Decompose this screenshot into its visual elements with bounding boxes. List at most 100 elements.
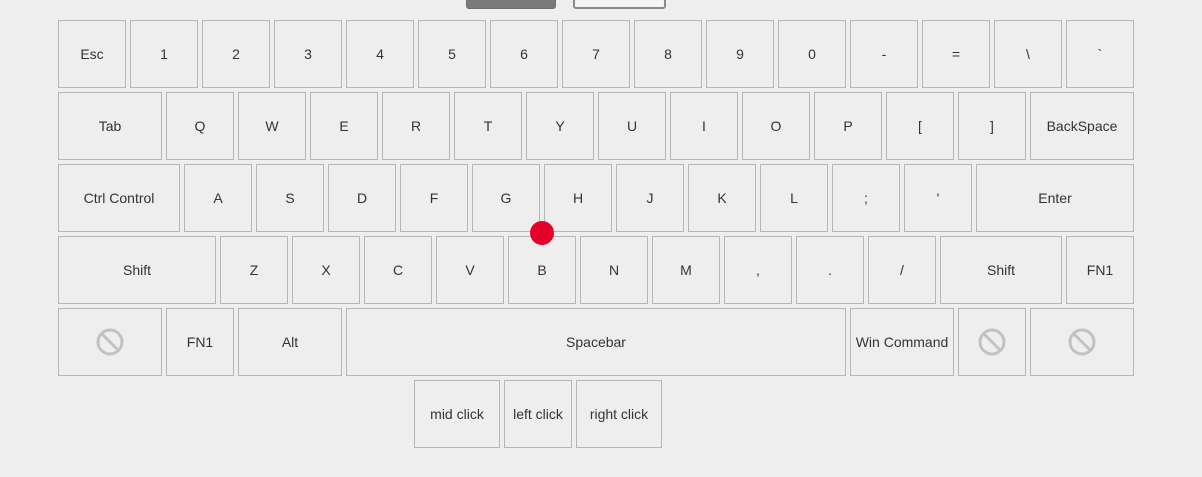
key-quote[interactable]: ' [904, 164, 972, 232]
key-u[interactable]: U [598, 92, 666, 160]
key-i[interactable]: I [670, 92, 738, 160]
mouse-button-left-click[interactable]: left click [504, 380, 572, 448]
key-label: Q [194, 118, 206, 134]
key-fn1[interactable]: FN1 [1066, 236, 1134, 304]
key-comma[interactable]: , [724, 236, 792, 304]
key-shift[interactable]: Shift [940, 236, 1062, 304]
key-ctrl-control[interactable]: Ctrl Control [58, 164, 180, 232]
key-7[interactable]: 7 [562, 20, 630, 88]
key-label: = [951, 46, 961, 62]
key-q[interactable]: Q [166, 92, 234, 160]
key-l[interactable]: L [760, 164, 828, 232]
key-tab[interactable]: Tab [58, 92, 162, 160]
key-disabled-0[interactable] [58, 308, 162, 376]
key-label: X [321, 262, 331, 278]
key-shift[interactable]: Shift [58, 236, 216, 304]
key-d[interactable]: D [328, 164, 396, 232]
key-equals[interactable]: = [922, 20, 990, 88]
key-5[interactable]: 5 [418, 20, 486, 88]
key-e[interactable]: E [310, 92, 378, 160]
key-slash[interactable]: / [868, 236, 936, 304]
key-8[interactable]: 8 [634, 20, 702, 88]
key-right-bracket[interactable]: ] [958, 92, 1026, 160]
key-z[interactable]: Z [220, 236, 288, 304]
key-alt[interactable]: Alt [238, 308, 342, 376]
key-o[interactable]: O [742, 92, 810, 160]
key-1[interactable]: 1 [130, 20, 198, 88]
key-spacebar[interactable]: Spacebar [346, 308, 846, 376]
key-y[interactable]: Y [526, 92, 594, 160]
key-backslash[interactable]: \ [994, 20, 1062, 88]
key-label: 2 [232, 46, 240, 62]
key-f[interactable]: F [400, 164, 468, 232]
key-win-command[interactable]: Win Command [850, 308, 954, 376]
key-label: F [429, 190, 439, 206]
key-t[interactable]: T [454, 92, 522, 160]
key-enter[interactable]: Enter [976, 164, 1134, 232]
key-label: - [881, 46, 887, 62]
key-label: ; [864, 190, 868, 206]
key-m[interactable]: M [652, 236, 720, 304]
key-label: V [465, 262, 475, 278]
key-label: Alt [281, 334, 299, 350]
key-label: A [213, 190, 223, 206]
key-label: Esc [80, 46, 104, 62]
key-label: Z [249, 262, 259, 278]
key-esc[interactable]: Esc [58, 20, 126, 88]
key-p[interactable]: P [814, 92, 882, 160]
key-semicolon[interactable]: ; [832, 164, 900, 232]
mouse-button-right-click[interactable]: right click [576, 380, 662, 448]
cursor-indicator [530, 221, 554, 245]
top-button-primary[interactable] [466, 0, 556, 9]
key-c[interactable]: C [364, 236, 432, 304]
key-label: R [410, 118, 422, 134]
key-disabled-6[interactable] [1030, 308, 1134, 376]
key-label: 9 [736, 46, 744, 62]
key-label: ] [990, 118, 994, 134]
key-4[interactable]: 4 [346, 20, 414, 88]
key-label: mid click [430, 406, 484, 422]
key-j[interactable]: J [616, 164, 684, 232]
key-h[interactable]: H [544, 164, 612, 232]
key-label: T [483, 118, 493, 134]
key-label: G [500, 190, 512, 206]
mouse-button-mid-click[interactable]: mid click [414, 380, 500, 448]
key-6[interactable]: 6 [490, 20, 558, 88]
key-label: Y [555, 118, 565, 134]
key-label: H [572, 190, 584, 206]
key-fn1[interactable]: FN1 [166, 308, 234, 376]
key-minus[interactable]: - [850, 20, 918, 88]
key-label: L [790, 190, 798, 206]
key-period[interactable]: . [796, 236, 864, 304]
key-r[interactable]: R [382, 92, 450, 160]
key-label: ` [1097, 46, 1103, 62]
key-label: / [900, 262, 904, 278]
key-g[interactable]: G [472, 164, 540, 232]
key-label: Spacebar [566, 334, 626, 350]
key-backtick[interactable]: ` [1066, 20, 1134, 88]
key-n[interactable]: N [580, 236, 648, 304]
key-a[interactable]: A [184, 164, 252, 232]
key-3[interactable]: 3 [274, 20, 342, 88]
key-label: U [626, 118, 638, 134]
key-label: O [770, 118, 782, 134]
top-button-secondary[interactable] [573, 0, 666, 9]
key-label: Enter [1038, 190, 1072, 206]
key-backspace[interactable]: BackSpace [1030, 92, 1134, 160]
key-label: ' [936, 190, 940, 206]
key-w[interactable]: W [238, 92, 306, 160]
key-label: I [702, 118, 706, 134]
key-b[interactable]: B [508, 236, 576, 304]
key-x[interactable]: X [292, 236, 360, 304]
key-0[interactable]: 0 [778, 20, 846, 88]
key-2[interactable]: 2 [202, 20, 270, 88]
key-9[interactable]: 9 [706, 20, 774, 88]
key-s[interactable]: S [256, 164, 324, 232]
key-v[interactable]: V [436, 236, 504, 304]
key-k[interactable]: K [688, 164, 756, 232]
key-label: Tab [98, 118, 122, 134]
key-label: FN1 [186, 334, 214, 350]
key-disabled-5[interactable] [958, 308, 1026, 376]
key-left-bracket[interactable]: [ [886, 92, 954, 160]
key-label: 0 [808, 46, 816, 62]
